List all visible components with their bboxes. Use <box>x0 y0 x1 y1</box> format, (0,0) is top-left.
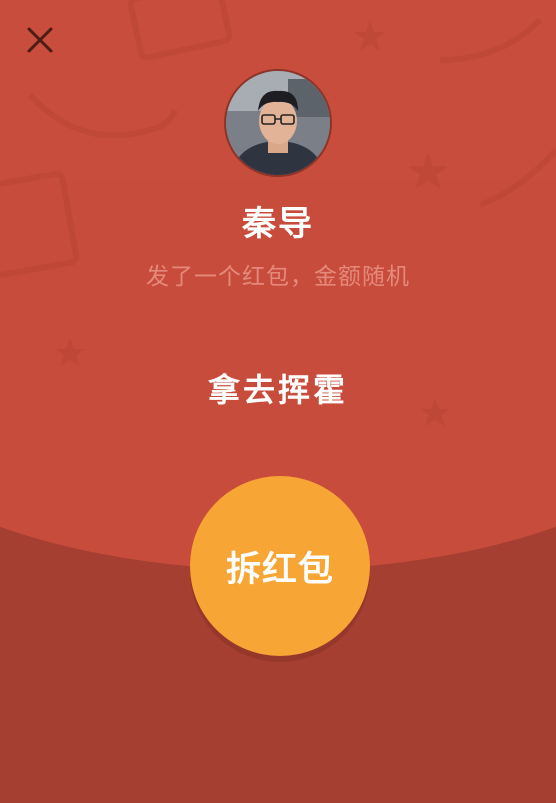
avatar-photo <box>226 71 330 175</box>
packet-subtitle: 发了一个红包，金额随机 <box>146 264 410 290</box>
sender-name: 秦导 <box>242 204 314 244</box>
open-packet-button[interactable]: 拆红包 <box>190 476 370 656</box>
close-button[interactable] <box>22 22 58 58</box>
red-packet-card: 秦导 发了一个红包，金额随机 拿去挥霍 拆红包 <box>0 0 556 803</box>
greeting-message: 拿去挥霍 <box>207 371 348 409</box>
avatar <box>224 69 332 177</box>
close-icon <box>27 27 53 53</box>
open-packet-label: 拆红包 <box>225 549 334 590</box>
